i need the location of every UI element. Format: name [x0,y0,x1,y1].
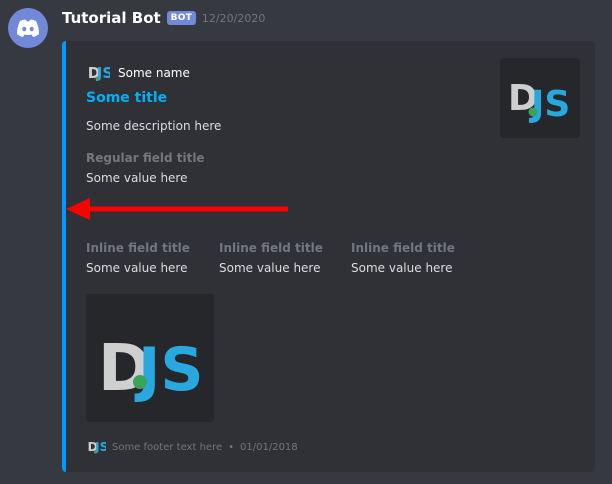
footer-text: Some footer text here [112,441,223,453]
embed-field-inline: Inline field title Some value here [86,241,190,275]
field-value: Some value here [86,261,188,275]
embed-field-inline: Inline field title Some value here [351,241,455,275]
djs-logo-icon: D JS [98,332,204,406]
bot-avatar[interactable] [8,8,48,48]
field-title: Inline field title [219,241,323,255]
embed-thumbnail[interactable]: D JS [500,58,580,138]
embed-author-name[interactable]: Some name [118,66,190,80]
discord-message: Tutorial Bot BOT 12/20/2020 D JS Some na… [0,0,612,484]
djs-logo-icon: D JS [88,439,107,454]
red-arrow-left-icon [66,198,288,220]
field-value: Some value here [86,171,188,185]
embed-field-regular: Regular field title Some value here [86,151,205,185]
footer-timestamp: 01/01/2018 [240,441,298,453]
field-title: Inline field title [86,241,190,255]
embed-footer: D JS Some footer text here • 01/01/2018 [86,437,298,457]
bot-tag: BOT [166,11,196,25]
embed: D JS Some name Some title Some descripti… [62,41,595,472]
field-value: Some value here [219,261,321,275]
djs-logo-icon: D JS [508,78,570,125]
embed-title[interactable]: Some title [86,90,167,106]
embed-author: D JS Some name [86,61,190,85]
embed-field-inline: Inline field title Some value here [219,241,323,275]
footer-separator: • [228,441,235,453]
svg-text:JS: JS [528,84,570,125]
field-value: Some value here [351,261,453,275]
svg-text:JS: JS [134,335,204,405]
message-timestamp: 12/20/2020 [201,11,266,25]
username[interactable]: Tutorial Bot [62,9,161,27]
embed-description: Some description here [86,119,222,133]
djs-logo-icon: D JS [88,64,110,82]
embed-image[interactable]: D JS [86,294,214,422]
message-header: Tutorial Bot BOT 12/20/2020 [62,9,265,27]
discord-logo-icon [17,19,39,37]
field-title: Inline field title [351,241,455,255]
field-title: Regular field title [86,151,205,165]
